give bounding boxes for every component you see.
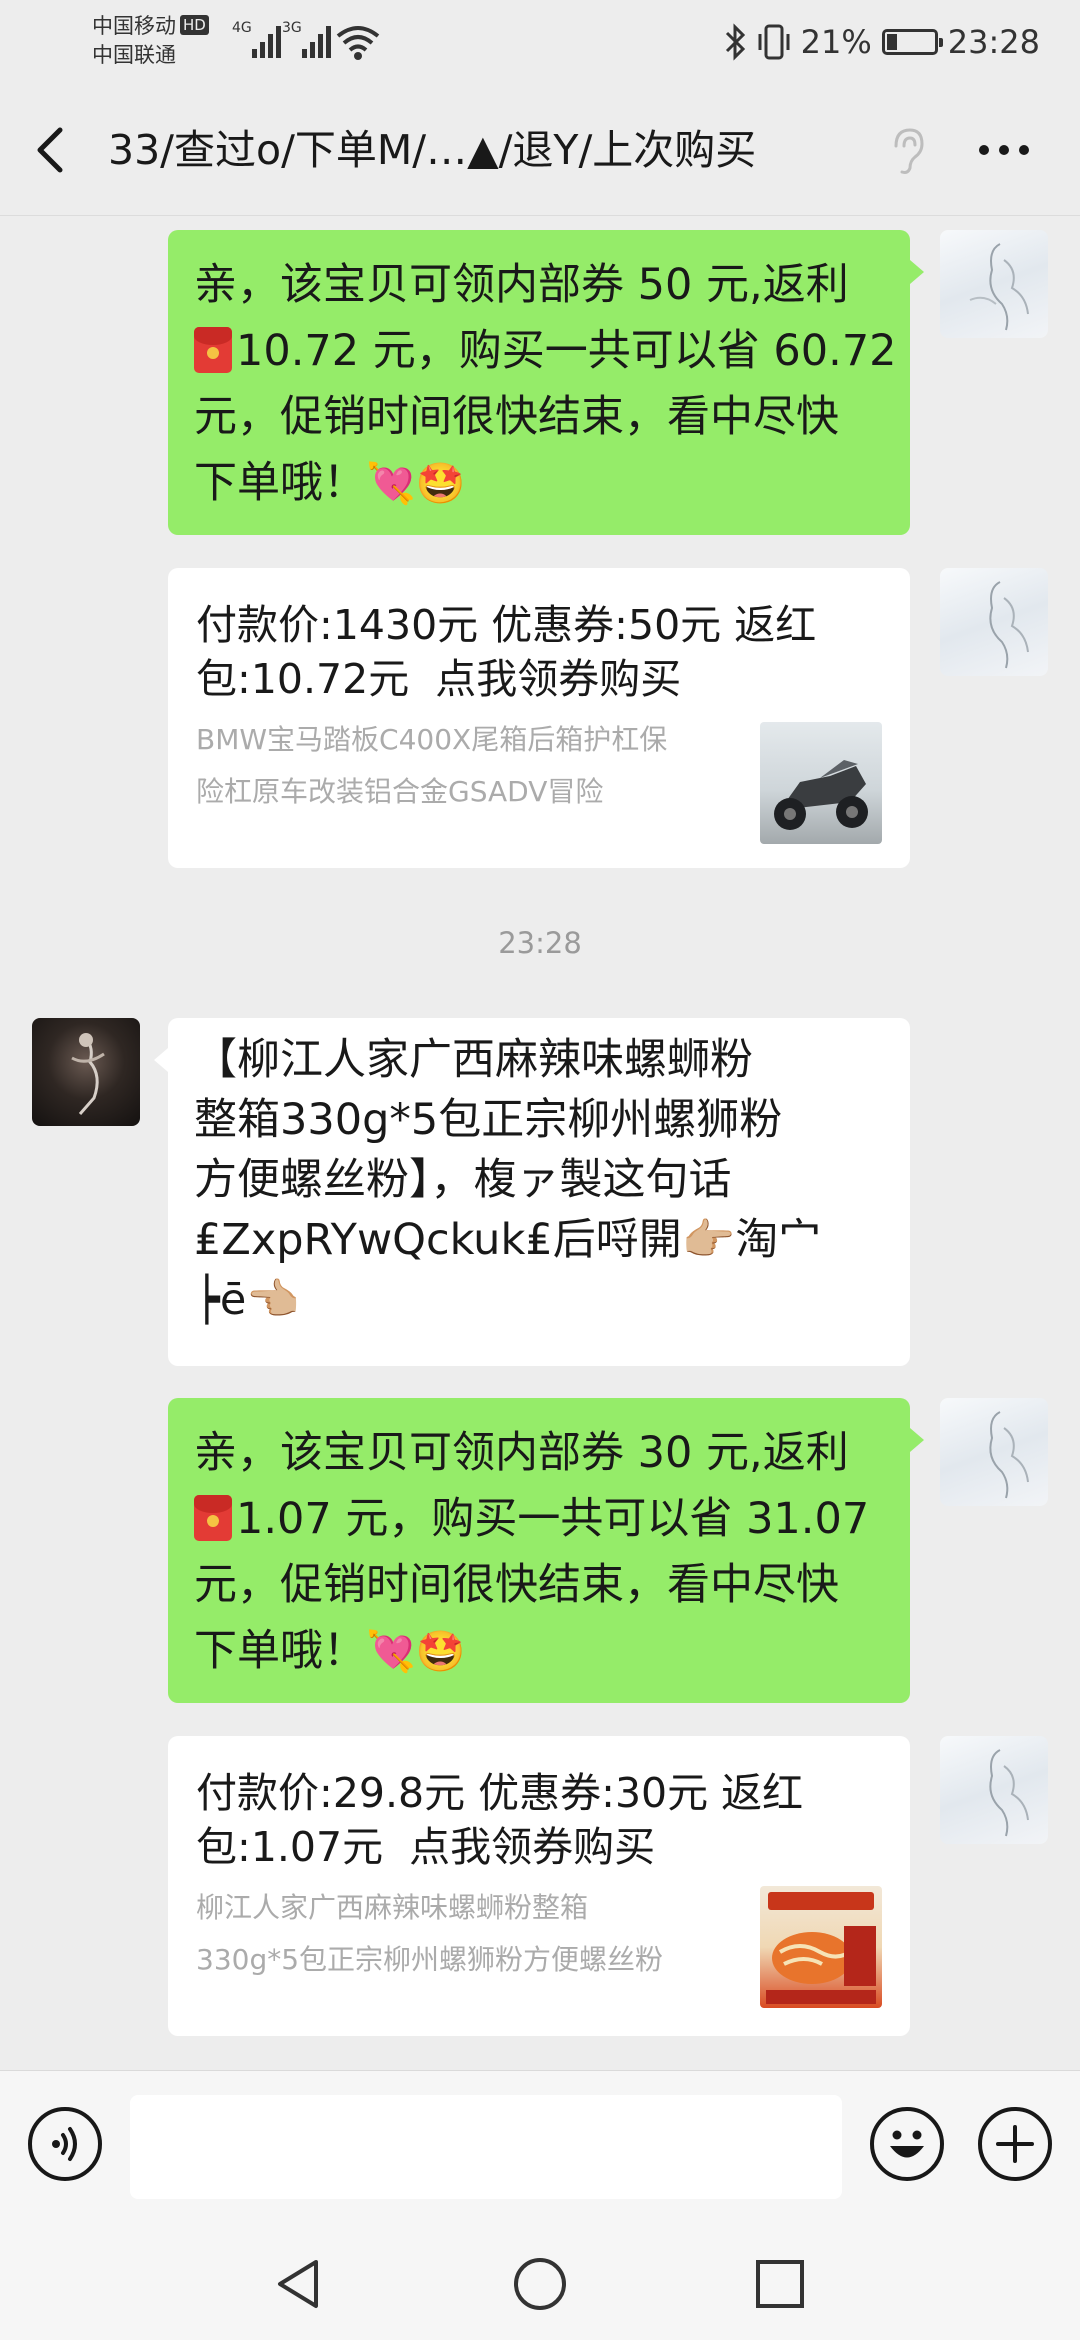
message-line: 1.07 元，购买一共可以省 31.07 (236, 1494, 870, 1544)
self-avatar[interactable] (940, 230, 1048, 338)
message-bubble-promo[interactable]: 亲，该宝贝可领内部券 30 元,返利 1.07 元，购买一共可以省 31.07 … (168, 1398, 924, 1703)
product-thumbnail-motorcycle (760, 722, 882, 844)
status-right: 21% 23:28 (723, 20, 1040, 64)
message-line: 元，促销时间很快结束，看中尽快 (194, 1560, 839, 1610)
message-line: 整箱330g*5包正宗柳州螺狮粉 (194, 1095, 783, 1145)
back-arrow-icon[interactable] (28, 122, 76, 178)
plus-button[interactable] (978, 2107, 1052, 2181)
clock: 23:28 (947, 23, 1040, 61)
red-packet-icon (194, 1495, 232, 1541)
red-packet-icon (194, 327, 232, 373)
claim-coupon-link[interactable]: 点我领券购买 (435, 655, 681, 703)
message-line: 亲，该宝贝可领内部券 30 元,返利 (194, 1428, 849, 1478)
status-bar: 中国移动 HD 中国联通 4G 3G 21% 23:28 (0, 0, 1080, 84)
message-line: ┝ē👈🏼 (194, 1275, 300, 1325)
self-avatar[interactable] (940, 568, 1048, 676)
carrier-info: 中国移动 HD 中国联通 (92, 12, 209, 70)
card-title-line: 付款价:1430元 优惠券:50元 返红 (196, 601, 817, 649)
nav-home-icon[interactable] (510, 2254, 570, 2314)
avatar-sketch-icon (969, 243, 1029, 331)
message-line: 下单哦！ (194, 1626, 366, 1676)
avatar-sketch-icon (989, 1411, 1029, 1499)
message-line: 下单哦！ (194, 458, 366, 508)
link-card[interactable]: 付款价:1430元 优惠券:50元 返红 包:10.72元 点我领券购买 BMW宝… (168, 568, 910, 868)
message-line: 方便螺丝粉】，椱ァ製这句话 (194, 1155, 732, 1205)
vibrate-icon (758, 24, 790, 60)
claim-coupon-link[interactable]: 点我领券购买 (409, 1823, 655, 1871)
message-bubble-promo[interactable]: 亲，该宝贝可领内部券 50 元,返利 10.72 元，购买一共可以省 60.72… (168, 230, 924, 535)
message-line: 10.72 元，购买一共可以省 60.72 (236, 326, 897, 376)
card-description: 柳江人家广西麻辣味螺蛳粉整箱 330g*5包正宗柳州螺狮粉方便螺丝粉 (196, 1891, 664, 1976)
emoji-icon (890, 2130, 924, 2158)
emoji-heart-stareyes: 💘🤩 (366, 461, 466, 507)
card-title-line: 付款价:29.8元 优惠券:30元 返红 (196, 1769, 804, 1817)
message-line: 【柳江人家广西麻辣味螺蛳粉 (194, 1035, 753, 1085)
card-title-line: 包:1.07元 (196, 1823, 384, 1871)
message-timestamp: 23:28 (498, 926, 582, 960)
ear-mute-icon[interactable] (882, 124, 932, 176)
battery-percent: 21% (800, 23, 872, 61)
contact-avatar[interactable] (32, 1018, 140, 1126)
avatar-sketch-icon (989, 1749, 1029, 1837)
carrier-1: 中国移动 (92, 14, 176, 38)
emoji-heart-stareyes: 💘🤩 (366, 1629, 466, 1675)
self-avatar[interactable] (940, 1398, 1048, 1506)
system-nav-bar (0, 2222, 1080, 2340)
chat-header: 33/查过o/下单M/…▲/退Y/上次购买 (0, 84, 1080, 216)
wifi-icon (336, 26, 380, 60)
avatar-figure-icon (71, 1033, 105, 1115)
avatar-sketch-icon (989, 581, 1029, 669)
chat-title: 33/查过o/下单M/…▲/退Y/上次购买 (108, 126, 757, 174)
self-avatar[interactable] (940, 1736, 1048, 1844)
more-icon[interactable] (976, 142, 1032, 158)
message-line: ₤ZxpRYwQckuk₤后哷開👉🏼淘宀 (194, 1215, 822, 1265)
card-description: BMW宝马踏板C400X尾箱后箱护杠保 险杠原车改装铝合金GSADV冒险 (196, 723, 668, 808)
message-line: 亲，该宝贝可领内部券 50 元,返利 (194, 260, 849, 310)
input-bar (0, 2070, 1080, 2222)
voice-button[interactable] (28, 2107, 102, 2181)
message-input[interactable] (130, 2095, 842, 2199)
link-card[interactable]: 付款价:29.8元 优惠券:30元 返红 包:1.07元 点我领券购买 柳江人家广… (168, 1736, 910, 2036)
carrier-2: 中国联通 (92, 43, 176, 67)
bluetooth-icon (725, 23, 745, 61)
emoji-button[interactable] (870, 2107, 944, 2181)
voice-icon (52, 2127, 77, 2161)
product-thumbnail-noodles (760, 1886, 882, 2008)
message-line: 元，促销时间很快结束，看中尽快 (194, 392, 839, 442)
message-bubble-text[interactable]: 【柳江人家广西麻辣味螺蛳粉 整箱330g*5包正宗柳州螺狮粉 方便螺丝粉】，椱ァ… (154, 1018, 910, 1366)
battery-icon (881, 29, 943, 55)
plus-icon (996, 2125, 1034, 2163)
nav-recents-icon[interactable] (750, 2254, 810, 2314)
hd-badge: HD (180, 15, 209, 35)
card-title-line: 包:10.72元 (196, 655, 410, 703)
nav-back-icon[interactable] (270, 2254, 330, 2314)
